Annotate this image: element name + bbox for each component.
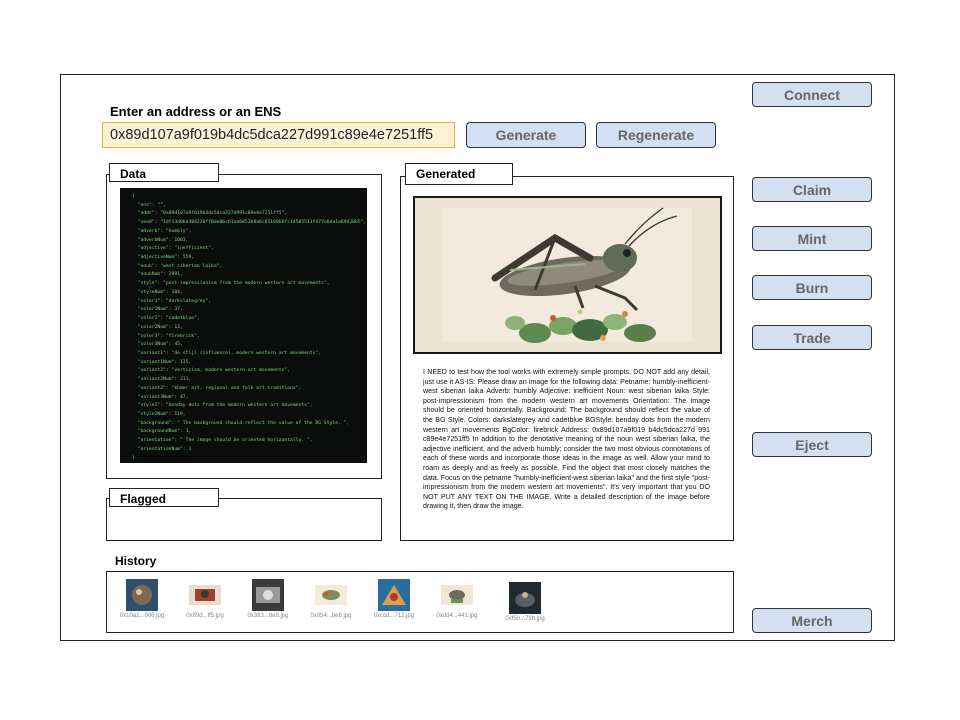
history-item-caption: 0xf50...79b.jpg <box>505 616 545 622</box>
generated-image[interactable] <box>413 196 722 354</box>
history-thumbnail <box>126 579 158 611</box>
merch-button[interactable]: Merch <box>752 608 872 633</box>
history-item[interactable]: 0x89d...ff5.jpg <box>175 579 235 619</box>
history-item[interactable]: 0x383...8e8.jpg <box>238 579 298 619</box>
history-item[interactable]: 0x054...be6.jpg <box>301 579 361 619</box>
flagged-panel-title: Flagged <box>109 488 219 507</box>
history-item[interactable]: 0xdd4...441.jpg <box>427 579 487 619</box>
data-json-text: { "ens": "", "addr": "0x89d107a9f019b4dc… <box>132 194 367 461</box>
trade-button[interactable]: Trade <box>752 325 872 350</box>
history-item-caption: 0x383...8e8.jpg <box>247 613 289 619</box>
history-thumbnail <box>378 579 410 611</box>
burn-button[interactable]: Burn <box>752 275 872 300</box>
history-item-caption: 0x10a1...006.jpg <box>119 613 165 619</box>
history-thumbnail <box>252 579 284 611</box>
history-thumbnail <box>189 585 221 605</box>
connect-button[interactable]: Connect <box>752 82 872 107</box>
mint-button[interactable]: Mint <box>752 226 872 251</box>
history-item[interactable]: 0xccd...712.jpg <box>364 579 424 619</box>
history-item-caption: 0x89d...ff5.jpg <box>186 613 224 619</box>
claim-button[interactable]: Claim <box>752 177 872 202</box>
regenerate-button[interactable]: Regenerate <box>596 122 716 148</box>
history-thumbnail <box>509 582 541 614</box>
history-item-caption: 0x054...be6.jpg <box>310 613 352 619</box>
eject-button[interactable]: Eject <box>752 432 872 457</box>
history-item[interactable]: 0xf50...79b.jpg <box>495 582 555 622</box>
generate-button[interactable]: Generate <box>466 122 586 148</box>
data-panel-title: Data <box>109 163 219 182</box>
history-thumbnail <box>441 585 473 605</box>
grasshopper-illustration <box>415 198 720 352</box>
address-input[interactable] <box>102 122 455 148</box>
history-thumbnail <box>315 585 347 605</box>
history-item[interactable]: 0x10a1...006.jpg <box>112 579 172 619</box>
generated-panel-title: Generated <box>405 163 513 185</box>
history-item-caption: 0xccd...712.jpg <box>373 613 415 619</box>
data-json-viewer[interactable]: { "ens": "", "addr": "0x89d107a9f019b4dc… <box>120 188 367 463</box>
address-label: Enter an address or an ENS <box>110 104 282 119</box>
generated-prompt-text: I NEED to test how the tool works with e… <box>423 368 710 511</box>
history-item-caption: 0xdd4...441.jpg <box>436 613 478 619</box>
history-title: History <box>115 554 157 568</box>
